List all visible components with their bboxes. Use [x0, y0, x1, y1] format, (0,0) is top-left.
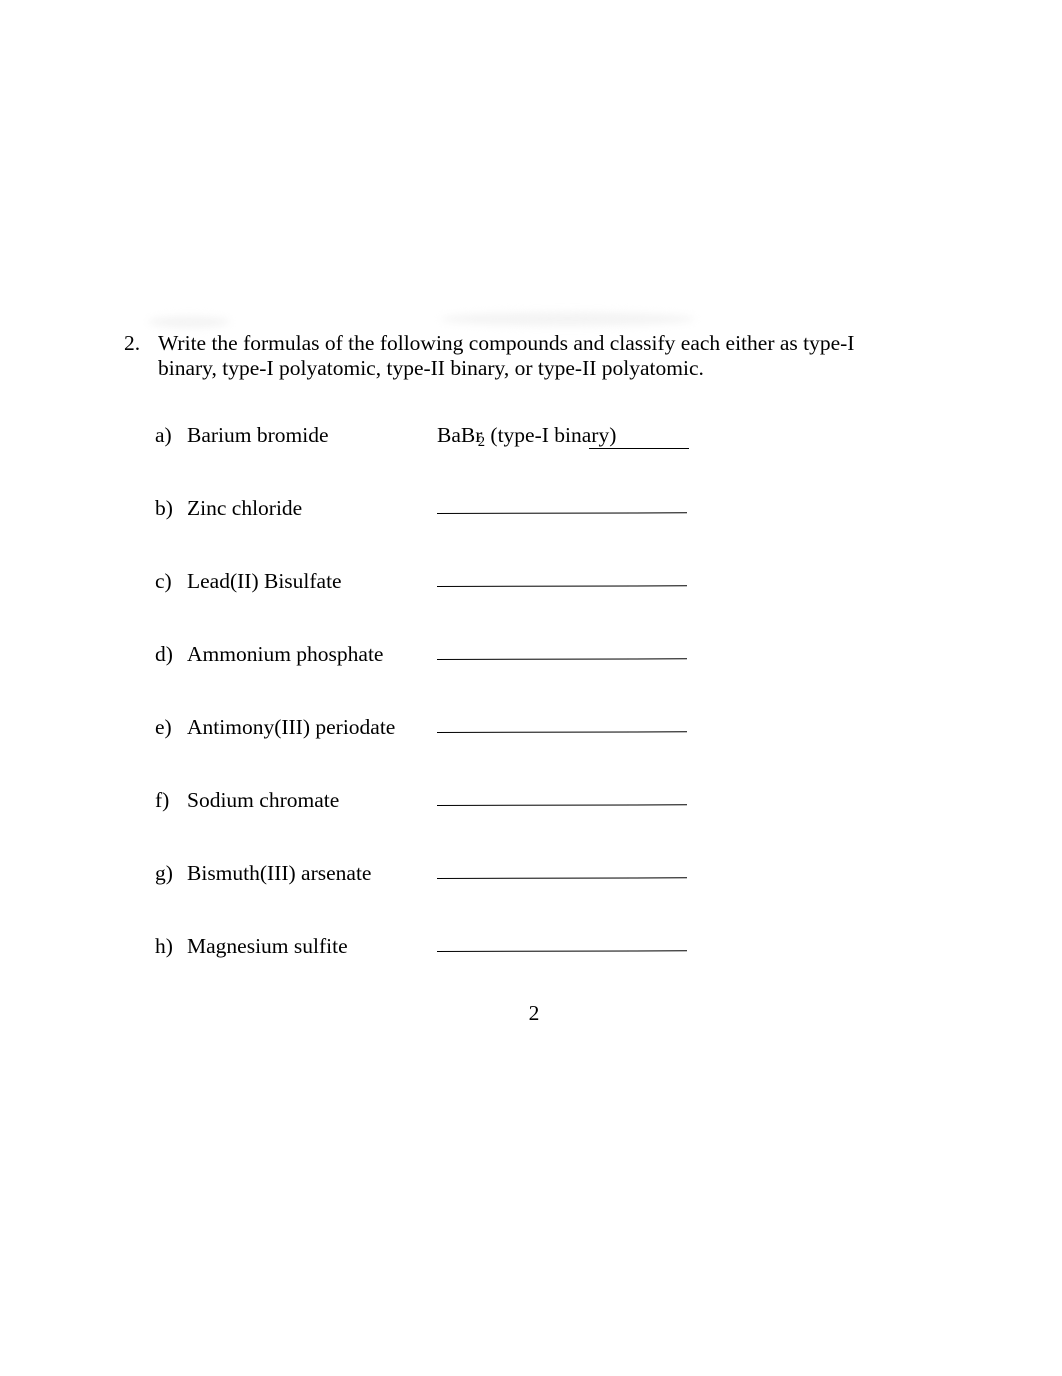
item-letter: h): [155, 934, 173, 958]
question-number: 2.: [124, 331, 141, 355]
list-item: c) Lead(II) Bisulfate: [155, 568, 915, 641]
list-item-row: e) Antimony(III) periodate: [155, 714, 915, 740]
item-letter: f): [155, 788, 170, 812]
page-footer: 2: [0, 1000, 1062, 1026]
list-item: e) Antimony(III) periodate: [155, 714, 915, 787]
page-number: 2: [528, 1001, 540, 1025]
question-text: Write the formulas of the following comp…: [158, 331, 855, 380]
list-item-row: b) Zinc chloride: [155, 495, 915, 521]
answer-blank-rule: [589, 448, 689, 449]
compound-name: Barium bromide: [187, 423, 329, 447]
answer-blank-rule: [436, 804, 688, 806]
compound-name: Sodium chromate: [187, 788, 340, 812]
compound-name: Ammonium phosphate: [187, 642, 384, 666]
scan-artifact-smudge-left: [148, 316, 230, 328]
item-letter: g): [155, 861, 173, 885]
formula-subscript: 2: [477, 433, 486, 450]
list-item: f) Sodium chromate: [155, 787, 915, 860]
answer-text: BaBr2 (type-I binary): [437, 423, 617, 450]
item-letter: b): [155, 496, 173, 520]
item-letter: a): [155, 423, 172, 447]
answer-blank-rule: [436, 950, 688, 952]
answer-blank-rule: [436, 658, 688, 660]
list-item-row: d) Ammonium phosphate: [155, 641, 915, 667]
formula-base: BaBr: [437, 423, 483, 447]
answer-blank-rule: [436, 877, 688, 879]
list-item-row: g) Bismuth(III) arsenate: [155, 860, 915, 886]
answer-blank-rule: [436, 512, 688, 514]
list-item-row: c) Lead(II) Bisulfate: [155, 568, 915, 594]
compound-name: Antimony(III) periodate: [187, 715, 396, 739]
list-item-row: f) Sodium chromate: [155, 787, 915, 813]
answer-blank-rule: [436, 585, 688, 587]
scan-artifact-smudge-right: [440, 312, 695, 326]
compound-name: Lead(II) Bisulfate: [187, 569, 342, 593]
compound-name: Magnesium sulfite: [187, 934, 348, 958]
item-letter: c): [155, 569, 172, 593]
compound-name: Zinc chloride: [187, 496, 303, 520]
item-letter: e): [155, 715, 172, 739]
list-item: d) Ammonium phosphate: [155, 641, 915, 714]
answer-classification: (type-I binary): [485, 423, 617, 447]
question-row: 2. Write the formulas of the following c…: [124, 331, 894, 381]
document-page: 2. Write the formulas of the following c…: [0, 0, 1062, 1376]
compound-name: Bismuth(III) arsenate: [187, 861, 372, 885]
question-block: 2. Write the formulas of the following c…: [124, 331, 894, 381]
answer-field[interactable]: BaBr2 (type-I binary): [437, 422, 915, 451]
compound-list: a) Barium bromide BaBr2 (type-I binary) b) Z…: [155, 422, 915, 1006]
answer-blank-rule: [436, 731, 688, 733]
list-item: a) Barium bromide BaBr2 (type-I binary): [155, 422, 915, 495]
list-item: h) Magnesium sulfite: [155, 933, 915, 1006]
list-item: b) Zinc chloride: [155, 495, 915, 568]
list-item-row: a) Barium bromide BaBr2 (type-I binary): [155, 422, 915, 451]
item-letter: d): [155, 642, 173, 666]
list-item-row: h) Magnesium sulfite: [155, 933, 915, 959]
list-item: g) Bismuth(III) arsenate: [155, 860, 915, 933]
